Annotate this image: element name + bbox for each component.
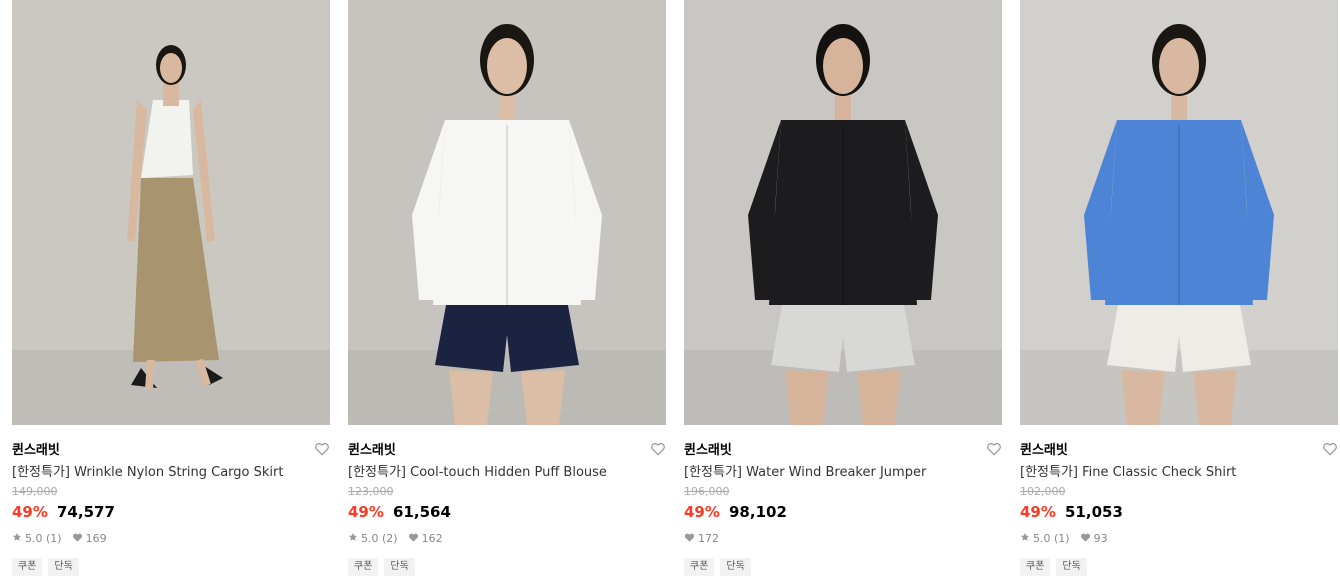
product-grid: 퀸스래빗 [한정특가] Wrinkle Nylon String Cargo S… bbox=[0, 0, 1340, 580]
likes-count: 172 bbox=[698, 532, 719, 545]
brand-row: 퀸스래빗 bbox=[684, 439, 1002, 459]
product-name[interactable]: [한정특가] Cool-touch Hidden Puff Blouse bbox=[348, 464, 666, 482]
original-price: 123,000 bbox=[348, 485, 394, 498]
brand-name[interactable]: 퀸스래빗 bbox=[684, 443, 732, 458]
product-card[interactable]: 퀸스래빗 [한정특가] Fine Classic Check Shirt 102… bbox=[1020, 0, 1338, 580]
heart-small-icon bbox=[684, 532, 698, 547]
tag-exclusive: 단독 bbox=[720, 558, 751, 576]
product-meta: 5.0 (1) 169 bbox=[12, 532, 330, 546]
likes: 162 bbox=[408, 532, 443, 547]
heart-small-icon bbox=[408, 532, 422, 547]
tag-coupon: 쿠폰 bbox=[1020, 558, 1051, 576]
tags: 쿠폰 단독 bbox=[684, 558, 1002, 576]
sale-price: 51,053 bbox=[1065, 503, 1123, 521]
sale-price: 74,577 bbox=[57, 503, 115, 521]
product-card[interactable]: 퀸스래빗 [한정특가] Water Wind Breaker Jumper 19… bbox=[684, 0, 1002, 580]
product-name[interactable]: [한정특가] Water Wind Breaker Jumper bbox=[684, 464, 1002, 482]
likes: 93 bbox=[1080, 532, 1108, 547]
discount-rate: 49% bbox=[348, 503, 384, 521]
discount-rate: 49% bbox=[12, 503, 48, 521]
likes-count: 162 bbox=[421, 532, 443, 545]
discount-rate: 49% bbox=[684, 503, 720, 521]
price-row: 49% 51,053 bbox=[1020, 502, 1338, 522]
tags: 쿠폰 단독 bbox=[348, 558, 666, 576]
likes: 169 bbox=[72, 532, 107, 547]
tag-coupon: 쿠폰 bbox=[12, 558, 43, 576]
price-row: 49% 74,577 bbox=[12, 502, 330, 522]
star-icon bbox=[1020, 532, 1033, 546]
heart-small-icon bbox=[72, 532, 86, 547]
rating-text: 5.0 (1) bbox=[25, 532, 62, 545]
sale-price: 98,102 bbox=[729, 503, 787, 521]
product-image[interactable] bbox=[1020, 0, 1338, 425]
heart-small-icon bbox=[1080, 532, 1094, 547]
product-meta: 172 bbox=[684, 532, 1002, 546]
product-card[interactable]: 퀸스래빗 [한정특가] Cool-touch Hidden Puff Blous… bbox=[348, 0, 666, 580]
brand-name[interactable]: 퀸스래빗 bbox=[1020, 443, 1068, 458]
heart-icon[interactable] bbox=[314, 441, 330, 457]
product-meta: 5.0 (1) 93 bbox=[1020, 532, 1338, 546]
original-price: 149,000 bbox=[12, 485, 58, 498]
brand-row: 퀸스래빗 bbox=[348, 439, 666, 459]
sale-price: 61,564 bbox=[393, 503, 451, 521]
rating: 5.0 (1) bbox=[12, 532, 62, 546]
star-icon bbox=[348, 532, 361, 546]
product-image[interactable] bbox=[684, 0, 1002, 425]
tags: 쿠폰 단독 bbox=[12, 558, 330, 576]
likes: 172 bbox=[684, 532, 719, 547]
heart-icon[interactable] bbox=[986, 441, 1002, 457]
likes-count: 169 bbox=[85, 532, 107, 545]
tag-coupon: 쿠폰 bbox=[348, 558, 379, 576]
heart-icon[interactable] bbox=[650, 441, 666, 457]
tag-exclusive: 단독 bbox=[384, 558, 415, 576]
original-price: 196,000 bbox=[684, 485, 730, 498]
heart-icon[interactable] bbox=[1322, 441, 1338, 457]
likes-count: 93 bbox=[1093, 532, 1108, 545]
rating: 5.0 (1) bbox=[1020, 532, 1070, 546]
brand-row: 퀸스래빗 bbox=[1020, 439, 1338, 459]
star-icon bbox=[12, 532, 25, 546]
discount-rate: 49% bbox=[1020, 503, 1056, 521]
rating-text: 5.0 (2) bbox=[361, 532, 398, 545]
product-card[interactable]: 퀸스래빗 [한정특가] Wrinkle Nylon String Cargo S… bbox=[12, 0, 330, 580]
brand-name[interactable]: 퀸스래빗 bbox=[348, 443, 396, 458]
product-image[interactable] bbox=[348, 0, 666, 425]
rating: 5.0 (2) bbox=[348, 532, 398, 546]
tag-exclusive: 단독 bbox=[1056, 558, 1087, 576]
tag-coupon: 쿠폰 bbox=[684, 558, 715, 576]
brand-name[interactable]: 퀸스래빗 bbox=[12, 443, 60, 458]
price-row: 49% 98,102 bbox=[684, 502, 1002, 522]
rating-text: 5.0 (1) bbox=[1033, 532, 1070, 545]
product-meta: 5.0 (2) 162 bbox=[348, 532, 666, 546]
product-name[interactable]: [한정특가] Wrinkle Nylon String Cargo Skirt bbox=[12, 464, 330, 482]
tag-exclusive: 단독 bbox=[48, 558, 79, 576]
tags: 쿠폰 단독 bbox=[1020, 558, 1338, 576]
brand-row: 퀸스래빗 bbox=[12, 439, 330, 459]
original-price: 102,000 bbox=[1020, 485, 1066, 498]
product-image[interactable] bbox=[12, 0, 330, 425]
price-row: 49% 61,564 bbox=[348, 502, 666, 522]
product-name[interactable]: [한정특가] Fine Classic Check Shirt bbox=[1020, 464, 1338, 482]
